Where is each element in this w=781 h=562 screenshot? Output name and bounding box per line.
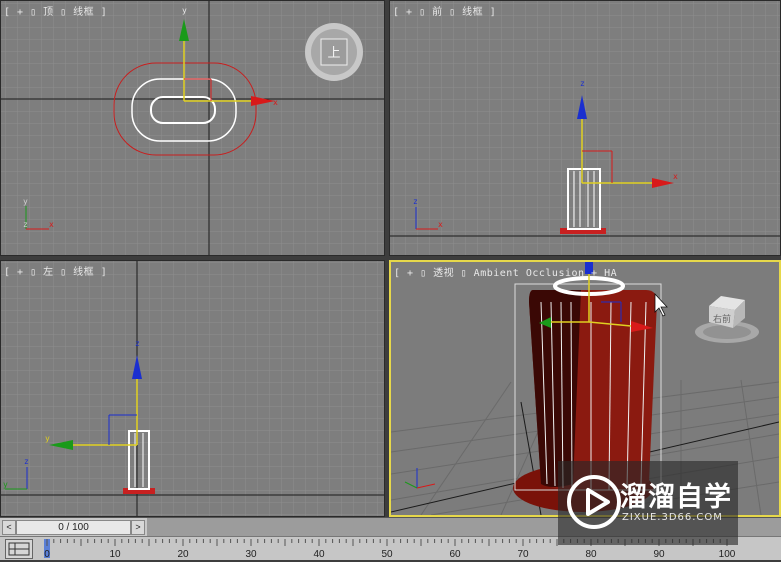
front-axis-z: z xyxy=(413,197,418,206)
ruler-tick-label: 30 xyxy=(245,549,257,560)
viewport-front-label[interactable]: [ + ▯ 前 ▯ 线框 ] xyxy=(393,3,496,18)
ruler-tick-label: 60 xyxy=(449,549,461,560)
front-axis-x: x xyxy=(438,220,443,229)
viewport-perspective-label[interactable]: [ + ▯ 透视 ▯ Ambient Occlusion + HA xyxy=(394,264,617,279)
left-grid: z y z y xyxy=(1,261,384,516)
ruler-tick-label: 20 xyxy=(177,549,189,560)
ruler-tick-label: 90 xyxy=(653,549,665,560)
top-axis-x: x xyxy=(49,220,54,229)
top-axis-z: z xyxy=(23,220,28,229)
watermark: 溜溜自学 ZIXUE.3D66.COM xyxy=(558,461,738,545)
time-slider-next-button[interactable]: > xyxy=(131,520,145,535)
ruler-tick-label: 0 xyxy=(44,549,50,560)
ruler-tick-label: 40 xyxy=(313,549,325,560)
ruler-tick-label: 80 xyxy=(585,549,597,560)
viewport-left-label[interactable]: [ + ▯ 左 ▯ 线框 ] xyxy=(4,263,107,278)
watermark-url: ZIXUE.3D66.COM xyxy=(622,512,723,523)
ruler-tick-label: 100 xyxy=(719,549,736,560)
time-slider-thumb[interactable]: 0 / 100 xyxy=(16,520,131,535)
ruler-tick-label: 10 xyxy=(109,549,121,560)
front-gizmo-x: x xyxy=(673,172,678,181)
viewport-front[interactable]: z x z x [ + ▯ 前 ▯ 线框 ] xyxy=(389,0,781,256)
viewport-left[interactable]: z y z y [ + ▯ 左 ▯ 线框 ] xyxy=(0,260,385,517)
left-gizmo-z: z xyxy=(135,339,140,348)
viewcube-top-label: 上 xyxy=(327,46,340,61)
left-axis-z: z xyxy=(24,457,29,466)
top-axis-y: y xyxy=(23,197,28,206)
top-gizmo-y: y xyxy=(182,6,187,15)
play-logo-icon xyxy=(567,475,621,529)
ruler-tick-label: 50 xyxy=(381,549,393,560)
front-gizmo-z: z xyxy=(580,79,585,88)
left-gizmo-y: y xyxy=(45,434,50,443)
ruler-tick-label: 70 xyxy=(517,549,529,560)
top-grid: 上 y x z x y xyxy=(1,1,384,255)
watermark-title: 溜溜自学 xyxy=(620,482,732,513)
viewcube-face-label: 右前 xyxy=(713,313,731,325)
top-gizmo-x: x xyxy=(273,98,278,107)
viewport-top[interactable]: 上 y x z x y [ + ▯ 顶 ▯ 线框 ] xyxy=(0,0,385,256)
time-slider-prev-button[interactable]: < xyxy=(2,520,16,535)
front-grid: z x z x xyxy=(390,1,780,255)
left-axis-y: y xyxy=(3,480,8,489)
viewport-top-label[interactable]: [ + ▯ 顶 ▯ 线框 ] xyxy=(4,3,107,18)
